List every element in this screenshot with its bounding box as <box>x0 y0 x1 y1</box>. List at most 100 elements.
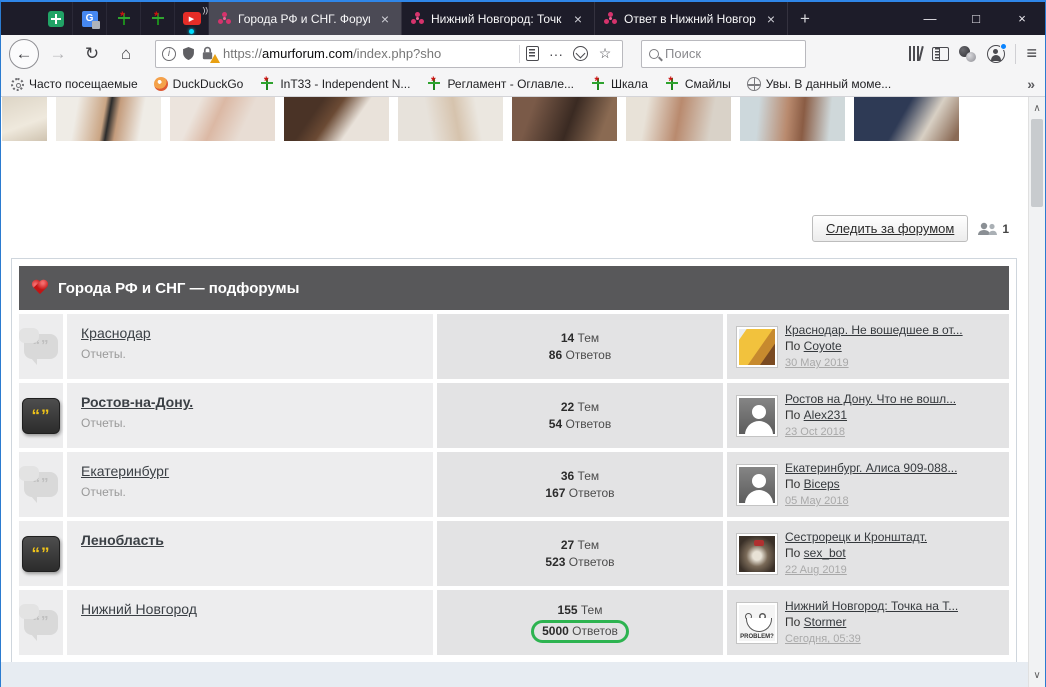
section-title: Города РФ и СНГ — подфорумы <box>58 280 299 297</box>
photo-thumbnail[interactable] <box>626 97 731 141</box>
close-icon[interactable]: × <box>570 11 586 27</box>
plant-icon: * <box>426 76 442 92</box>
window-close-button[interactable]: × <box>999 2 1045 35</box>
last-post-date[interactable]: 23 Oct 2018 <box>785 426 845 438</box>
account-icon[interactable] <box>987 45 1005 63</box>
photo-thumbnail[interactable] <box>56 97 161 141</box>
library-icon[interactable] <box>909 46 922 61</box>
bookmark-smiles[interactable]: *Смайлы <box>664 76 731 92</box>
last-post-date[interactable]: 05 May 2018 <box>785 495 849 507</box>
url-text[interactable]: https://amurforum.com/index.php?sho <box>223 46 513 61</box>
photo-thumbnail[interactable] <box>740 97 845 141</box>
last-post-date[interactable]: Сегодня, 05:39 <box>785 633 861 645</box>
translate-icon: G <box>82 11 98 27</box>
urlbar-divider <box>519 45 520 63</box>
tab-label: Нижний Новгород: Точк <box>431 12 563 26</box>
pocket-icon[interactable] <box>573 46 588 61</box>
bookmark-frequent[interactable]: Часто посещаемые <box>11 77 138 91</box>
search-bar[interactable] <box>641 40 806 68</box>
author-link[interactable]: Coyote <box>804 339 842 353</box>
last-post-link[interactable]: Нижний Новгород: Точка на Т... <box>785 598 958 614</box>
pinned-tab-youtube[interactable]: ▶ )) <box>175 2 209 35</box>
bookmarks-overflow-icon[interactable]: » <box>1027 76 1035 92</box>
avatar-trollface[interactable]: PROBLEM? <box>737 603 777 643</box>
author-link[interactable]: Stormer <box>804 615 847 629</box>
photo-thumbnail[interactable] <box>512 97 617 141</box>
scroll-down-icon[interactable]: ∨ <box>1029 670 1045 681</box>
last-post-link[interactable]: Краснодар. Не вошедшее в от... <box>785 322 963 338</box>
home-button[interactable]: ⌂ <box>111 39 141 69</box>
pinned-tab-forum-2[interactable]: * <box>141 2 175 35</box>
address-bar[interactable]: i https://amurforum.com/index.php?sho ··… <box>155 40 623 68</box>
bookmark-int33[interactable]: *InT33 - Independent N... <box>259 76 410 92</box>
tab-spacer <box>822 2 907 35</box>
reader-mode-icon[interactable] <box>526 46 539 61</box>
avatar[interactable] <box>737 327 777 367</box>
photo-thumbnail[interactable] <box>284 97 389 141</box>
by-label: По <box>785 339 800 353</box>
by-label: По <box>785 408 800 422</box>
last-post-link[interactable]: Сестрорецк и Кронштадт. <box>785 529 927 545</box>
menu-icon[interactable]: ≡ <box>1026 43 1037 64</box>
warning-triangle-icon <box>210 54 220 63</box>
avatar[interactable] <box>737 465 777 505</box>
page-info-icon[interactable]: i <box>162 47 176 61</box>
minimize-button[interactable]: — <box>907 2 953 35</box>
back-button[interactable]: ← <box>9 39 39 69</box>
search-input[interactable] <box>665 46 798 61</box>
last-post-date[interactable]: 22 Aug 2019 <box>785 564 847 576</box>
forum-link-nizhny-novgorod[interactable]: Нижний Новгород <box>81 601 197 617</box>
forum-link-lenoblast[interactable]: Ленобласть <box>81 532 164 548</box>
avatar[interactable] <box>737 534 777 574</box>
scrollbar-thumb[interactable] <box>1031 119 1043 207</box>
avatar[interactable] <box>737 396 777 436</box>
new-tab-button[interactable]: + <box>788 2 822 35</box>
bookmark-uvy[interactable]: Увы. В данный моме... <box>747 77 891 91</box>
pinned-tab-translate[interactable]: G <box>73 2 107 35</box>
tab-nizhny-novgorod[interactable]: Нижний Новгород: Точк × <box>402 2 595 35</box>
author-link[interactable]: Alex231 <box>804 408 847 422</box>
tab-cities-forum[interactable]: Города РФ и СНГ. Форум × <box>209 2 402 35</box>
page-content: Следить за форумом 1 Города РФ и СНГ — п… <box>1 97 1045 687</box>
tab-audio-icon[interactable]: )) <box>203 6 208 15</box>
close-icon[interactable]: × <box>763 11 779 27</box>
gear-icon <box>11 78 24 91</box>
toolbar-separator <box>1015 44 1016 64</box>
forward-button[interactable]: → <box>43 39 73 69</box>
photo-thumbnail[interactable] <box>170 97 275 141</box>
last-post-link[interactable]: Екатеринбург. Алиса 909-088... <box>785 460 957 476</box>
by-label: По <box>785 477 800 491</box>
bookmark-shkala[interactable]: *Шкала <box>590 76 648 92</box>
maximize-button[interactable]: □ <box>953 2 999 35</box>
photo-thumbnail[interactable] <box>2 97 47 141</box>
close-icon[interactable]: × <box>377 11 393 27</box>
last-post-link[interactable]: Ростов на Дону. Что не вошл... <box>785 391 956 407</box>
sidebar-icon[interactable] <box>932 47 949 61</box>
forum-row-krasnodar: “” Краснодар Отчеты. 14 Тем 86 Ответов К… <box>19 314 1009 379</box>
author-link[interactable]: sex_bot <box>804 546 846 560</box>
insecure-lock-icon[interactable] <box>201 46 217 62</box>
photo-thumbnail[interactable] <box>854 97 959 141</box>
forum-link-krasnodar[interactable]: Краснодар <box>81 325 151 341</box>
forum-link-rostov[interactable]: Ростов-на-Дону. <box>81 394 193 410</box>
pinned-tab-spreadsheet[interactable] <box>39 2 73 35</box>
bookmark-star-icon[interactable]: ☆ <box>594 45 616 62</box>
scroll-up-icon[interactable]: ∧ <box>1029 103 1045 114</box>
photo-thumbnail[interactable] <box>398 97 503 141</box>
bookmark-duckduckgo[interactable]: DuckDuckGo <box>154 77 244 91</box>
tab-reply-nizhny[interactable]: Ответ в Нижний Новгор × <box>595 2 788 35</box>
follow-forum-button[interactable]: Следить за форумом <box>812 215 968 242</box>
page-actions-icon[interactable]: ··· <box>545 46 567 62</box>
pinned-tab-forum-1[interactable]: * <box>107 2 141 35</box>
scrollbar[interactable]: ∧ ∨ <box>1028 97 1045 687</box>
extension-orbs-icon[interactable] <box>959 46 977 62</box>
bookmark-reglament[interactable]: *Регламент - Оглавле... <box>426 76 574 92</box>
bookmark-label: DuckDuckGo <box>173 77 244 91</box>
reload-button[interactable]: ↻ <box>77 39 107 69</box>
plant-icon: * <box>116 11 132 27</box>
last-post-date[interactable]: 30 May 2019 <box>785 357 849 369</box>
by-label: По <box>785 615 800 629</box>
author-link[interactable]: Biceps <box>804 477 840 491</box>
forum-link-ekaterinburg[interactable]: Екатеринбург <box>81 463 169 479</box>
tracking-shield-icon[interactable] <box>182 46 195 61</box>
